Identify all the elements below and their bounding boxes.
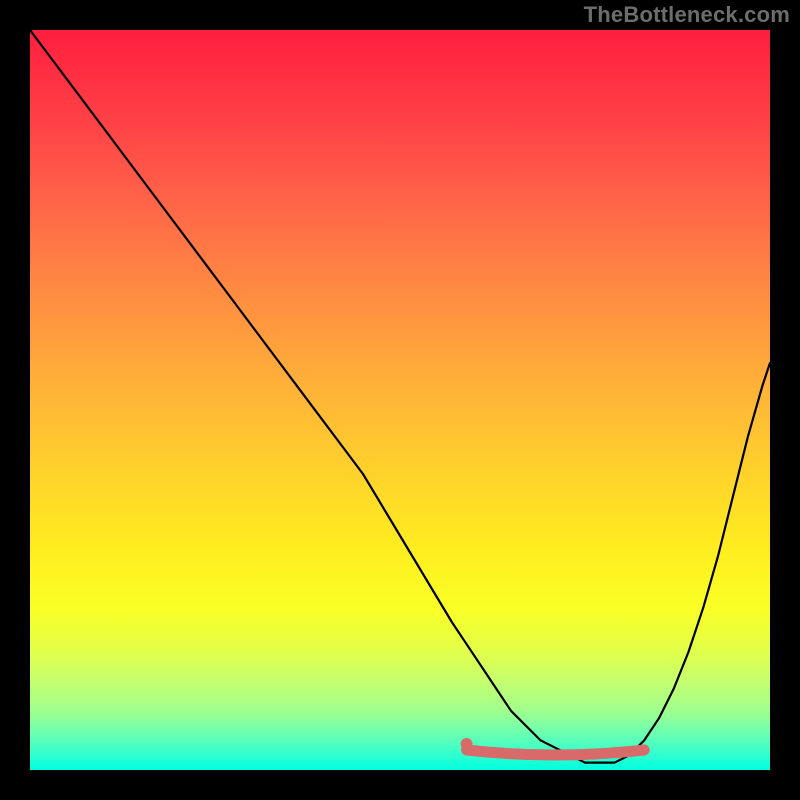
bottleneck-curve <box>30 30 770 770</box>
chart-frame: TheBottleneck.com <box>0 0 800 800</box>
plot-area <box>30 30 770 770</box>
highlight-segment <box>467 750 645 755</box>
highlight-start-dot <box>461 738 473 750</box>
curve-path <box>30 30 770 763</box>
watermark-text: TheBottleneck.com <box>584 2 790 28</box>
